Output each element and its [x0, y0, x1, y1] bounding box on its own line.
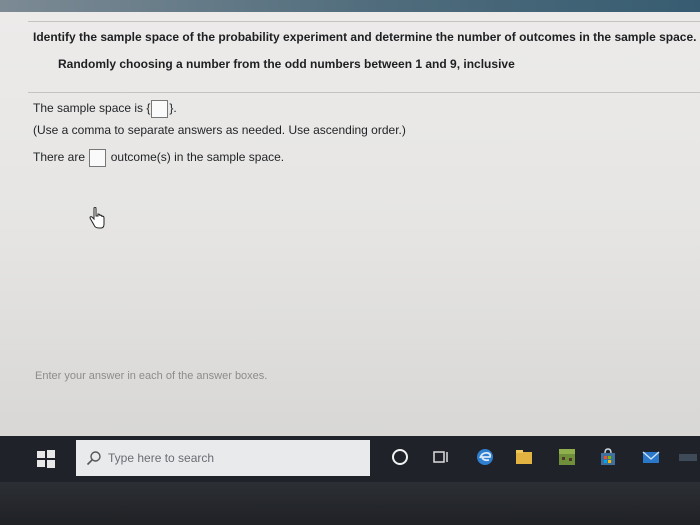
outcomes-prefix: There are [33, 150, 86, 165]
edge-icon[interactable] [474, 446, 496, 468]
system-tray-icon[interactable] [677, 446, 699, 468]
problem-statement: Randomly choosing a number from the odd … [58, 57, 515, 71]
store-icon[interactable] [597, 446, 619, 468]
file-explorer-icon[interactable] [513, 446, 535, 468]
top-divider [28, 21, 700, 22]
windows-start-icon[interactable] [36, 449, 56, 469]
taskbar-search-placeholder: Type here to search [108, 451, 215, 465]
sample-space-note: (Use a comma to separate answers as need… [33, 123, 406, 137]
outcomes-answer-box[interactable] [89, 149, 107, 167]
minecraft-icon[interactable] [556, 446, 578, 468]
problem-divider [28, 92, 700, 93]
question-instruction: Identify the sample space of the probabi… [33, 30, 697, 44]
sample-space-suffix: }. [169, 101, 177, 116]
browser-top-band [0, 0, 700, 12]
hand-cursor-icon [89, 207, 105, 229]
laptop-bezel [0, 482, 700, 525]
sample-space-answer-box[interactable] [151, 100, 169, 118]
cortana-icon[interactable] [389, 446, 411, 468]
answer-instructions: Enter your answer in each of the answer … [35, 370, 268, 382]
outcomes-suffix: outcome(s) in the sample space. [110, 150, 285, 165]
mail-icon[interactable] [640, 446, 662, 468]
task-view-icon[interactable] [430, 446, 452, 468]
search-icon [86, 451, 101, 466]
outcomes-row: There are outcome(s) in the sample space… [33, 149, 284, 167]
sample-space-row: The sample space is {}. [33, 100, 177, 118]
sample-space-prefix: The sample space is { [33, 101, 151, 116]
